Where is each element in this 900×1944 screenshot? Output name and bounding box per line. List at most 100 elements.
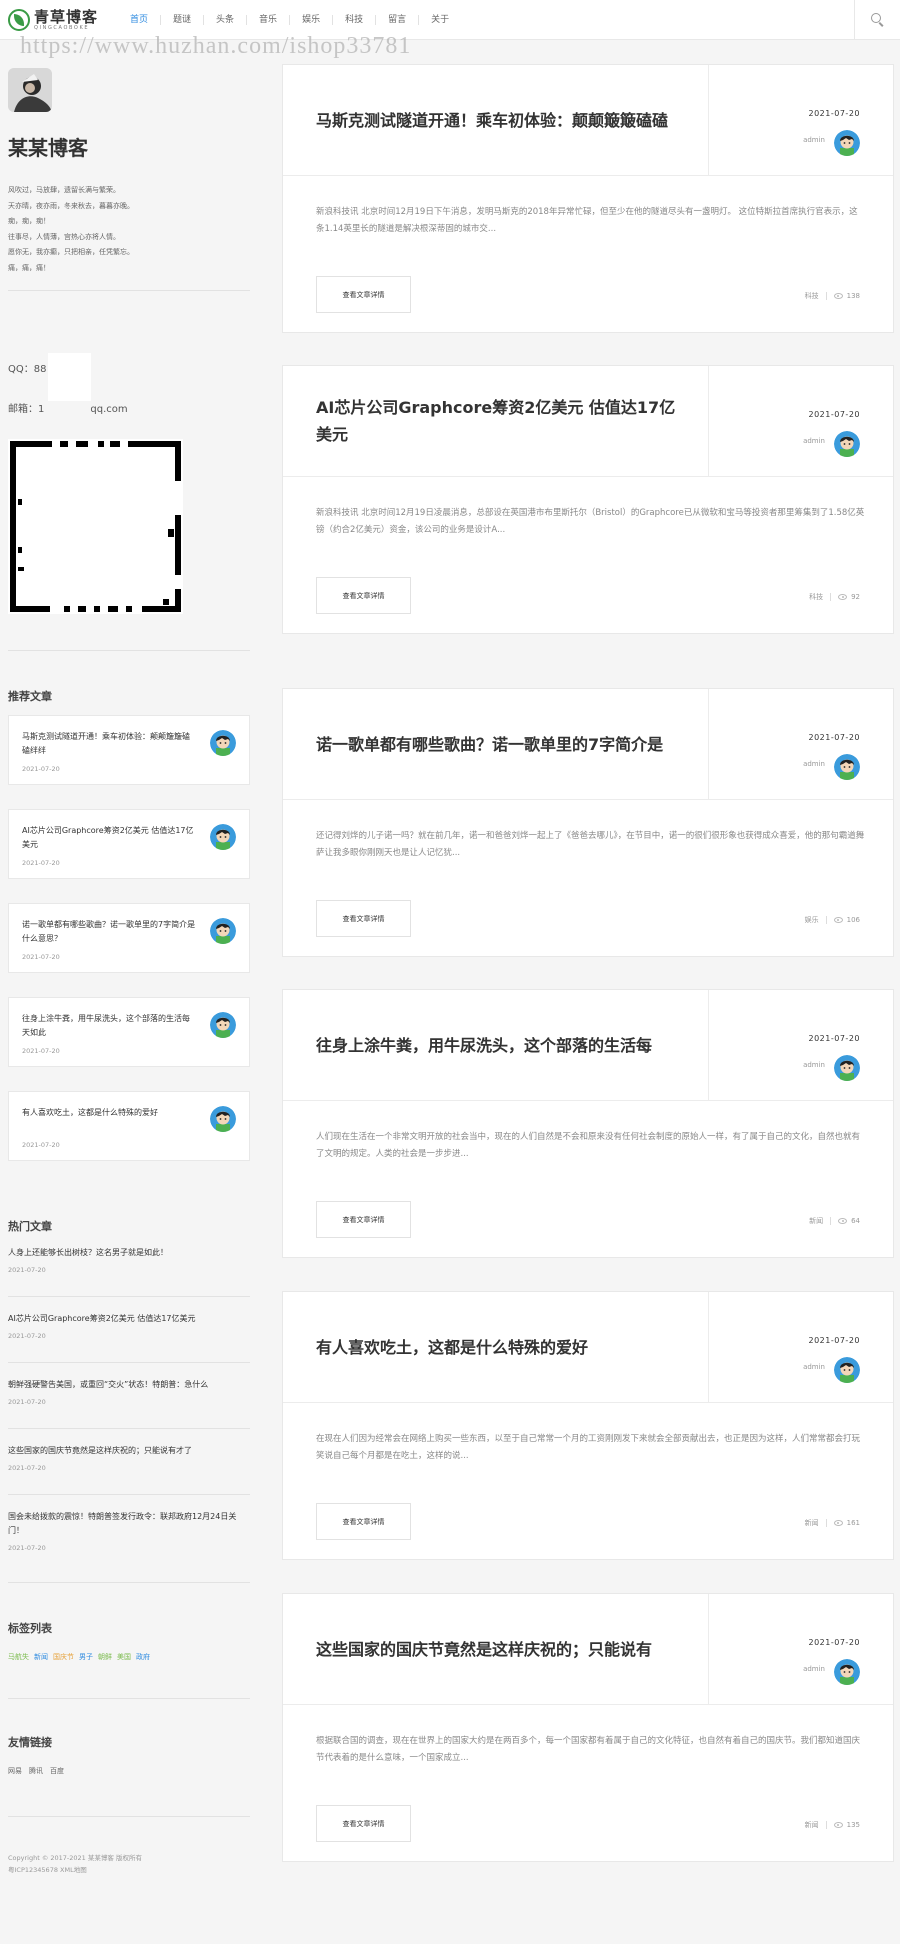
hot-article-date: 2021-07-20 (8, 1266, 46, 1274)
post-title[interactable]: AI芯片公司Graphcore筹资2亿美元 估值达17亿美元 (316, 394, 686, 448)
read-more-button[interactable]: 查看文章详情 (316, 1201, 411, 1238)
recommended-card[interactable]: 往身上涂牛粪，用牛尿洗头，这个部落的生活每天如此 2021-07-20 (8, 997, 250, 1067)
recommended-title[interactable]: AI芯片公司Graphcore筹资2亿美元 估值达17亿美元 (22, 824, 197, 852)
author-avatar[interactable] (834, 1659, 860, 1685)
hot-article[interactable]: 朝鲜强硬警告美国，或重回“交火”状态！特朗普：急什么 2021-07-20 (8, 1378, 250, 1406)
author-avatar[interactable] (210, 1012, 236, 1038)
tag-list: 马航失 新闻 国庆节 男子 朝鲜 美国 政府 (8, 1652, 150, 1662)
post-title[interactable]: 马斯克测试隧道开通！乘车初体验：颠颠簸簸磕磕 (316, 107, 686, 134)
post-meta: 新闻 161 (805, 1518, 860, 1528)
tag-link[interactable]: 朝鲜 (98, 1652, 112, 1662)
post-title[interactable]: 诺一歌单都有哪些歌曲？诺一歌单里的7字简介是 (316, 731, 686, 758)
post-excerpt: 新浪科技讯 北京时间12月19日凌晨消息，总部设在英国港市布里斯托尔（Brist… (316, 508, 865, 535)
recommended-title[interactable]: 诺一歌单都有哪些歌曲？诺一歌单里的7字简介是什么意思？ (22, 918, 197, 946)
tag-link[interactable]: 政府 (136, 1652, 150, 1662)
author-avatar[interactable] (834, 754, 860, 780)
recommended-date: 2021-07-20 (22, 859, 60, 867)
email-prefix: 邮箱：1 (8, 404, 45, 415)
post-title[interactable]: 这些国家的国庆节竟然是这样庆祝的；只能说有 (316, 1636, 686, 1663)
tag-link[interactable]: 男子 (79, 1652, 93, 1662)
site-logo[interactable]: 青草博客 QINGCAOBOKE (8, 7, 98, 33)
email-suffix: qq.com (90, 404, 128, 415)
tag-link[interactable]: 马航失 (8, 1652, 29, 1662)
post-author[interactable]: admin (803, 1363, 825, 1371)
hot-article[interactable]: 国会未给拨款的震惊！特朗普签发行政令：联邦政府12月24日关门！ 2021-07-… (8, 1510, 250, 1552)
hot-article[interactable]: 人身上还能够长出树枝？这名男子就是如此！ 2021-07-20 (8, 1246, 250, 1274)
eye-icon (838, 594, 848, 600)
nav-item-0[interactable]: 首页 (118, 15, 162, 25)
post-category[interactable]: 新闻 (809, 1216, 823, 1226)
recommended-card[interactable]: AI芯片公司Graphcore筹资2亿美元 估值达17亿美元 2021-07-20 (8, 809, 250, 879)
author-avatar[interactable] (834, 1357, 860, 1383)
author-avatar[interactable] (834, 431, 860, 457)
author-avatar[interactable] (210, 730, 236, 756)
tag-link[interactable]: 国庆节 (53, 1652, 74, 1662)
hot-article-title[interactable]: 国会未给拨款的震惊！特朗普签发行政令：联邦政府12月24日关门！ (8, 1510, 250, 1538)
nav-item-7[interactable]: 关于 (419, 15, 461, 25)
search-button[interactable] (854, 0, 900, 40)
recommended-card[interactable]: 马斯克测试隧道开通！乘车初体验：颠颠簸簸磕磕绊绊 2021-07-20 (8, 715, 250, 785)
hot-article[interactable]: AI芯片公司Graphcore筹资2亿美元 估值达17亿美元 2021-07-20 (8, 1312, 250, 1340)
read-more-button[interactable]: 查看文章详情 (316, 1805, 411, 1842)
hot-article-title[interactable]: 朝鲜强硬警告美国，或重回“交火”状态！特朗普：急什么 (8, 1378, 250, 1392)
recommended-title[interactable]: 有人喜欢吃土，这都是什么特殊的爱好 (22, 1106, 197, 1120)
post-meta: 新闻 135 (805, 1820, 860, 1830)
recommended-title[interactable]: 往身上涂牛粪，用牛尿洗头，这个部落的生活每天如此 (22, 1012, 197, 1040)
post-category[interactable]: 新闻 (805, 1820, 819, 1830)
hot-divider (8, 1494, 250, 1495)
post-author[interactable]: admin (803, 1061, 825, 1069)
friend-link[interactable]: 百度 (50, 1766, 64, 1776)
post-category[interactable]: 新闻 (805, 1518, 819, 1528)
nav-item-2[interactable]: 头条 (204, 15, 248, 25)
post-category[interactable]: 科技 (809, 592, 823, 602)
copyright-text: Copyright © 2017-2021 某某博客 版权所有 (8, 1854, 142, 1862)
intro-line: 痛，痛，痛！ (8, 263, 50, 272)
read-more-button[interactable]: 查看文章详情 (316, 1503, 411, 1540)
author-avatar[interactable] (834, 1055, 860, 1081)
post-date: 2021-07-20 (808, 733, 860, 742)
post-date: 2021-07-20 (808, 1336, 860, 1345)
friend-link[interactable]: 腾讯 (29, 1766, 43, 1776)
post-author[interactable]: admin (803, 437, 825, 445)
nav-item-1[interactable]: 题谜 (161, 15, 205, 25)
read-more-button[interactable]: 查看文章详情 (316, 577, 411, 614)
post-title[interactable]: 往身上涂牛粪，用牛尿洗头，这个部落的生活每 (316, 1032, 686, 1059)
post-header: 诺一歌单都有哪些歌曲？诺一歌单里的7字简介是 2021-07-20 admin (283, 689, 893, 800)
qr-code (8, 439, 183, 614)
author-avatar[interactable] (210, 918, 236, 944)
nav-item-6[interactable]: 留言 (376, 15, 420, 25)
recommended-card[interactable]: 诺一歌单都有哪些歌曲？诺一歌单里的7字简介是什么意思？ 2021-07-20 (8, 903, 250, 973)
author-avatar[interactable] (210, 1106, 236, 1132)
author-avatar[interactable] (834, 130, 860, 156)
nav-item-5[interactable]: 科技 (333, 15, 377, 25)
author-avatar[interactable] (210, 824, 236, 850)
tag-link[interactable]: 美国 (117, 1652, 131, 1662)
post-author[interactable]: admin (803, 1665, 825, 1673)
post-category[interactable]: 科技 (805, 291, 819, 301)
nav-item-3[interactable]: 音乐 (247, 15, 291, 25)
hot-article-title[interactable]: 这些国家的国庆节竟然是这样庆祝的；只能说有才了 (8, 1444, 250, 1458)
friend-link[interactable]: 网易 (8, 1766, 22, 1776)
hot-article-title[interactable]: AI芯片公司Graphcore筹资2亿美元 估值达17亿美元 (8, 1312, 250, 1326)
read-more-button[interactable]: 查看文章详情 (316, 276, 411, 313)
recommended-title[interactable]: 马斯克测试隧道开通！乘车初体验：颠颠簸簸磕磕绊绊 (22, 730, 197, 758)
privacy-mask (48, 353, 91, 401)
hot-article-title[interactable]: 人身上还能够长出树枝？这名男子就是如此！ (8, 1246, 250, 1260)
recommended-card[interactable]: 有人喜欢吃土，这都是什么特殊的爱好 2021-07-20 (8, 1091, 250, 1161)
intro-line: 风吹过，马放肆，遗留长满与繁荣。 (8, 186, 120, 194)
tag-link[interactable]: 新闻 (34, 1652, 48, 1662)
hot-article[interactable]: 这些国家的国庆节竟然是这样庆祝的；只能说有才了 2021-07-20 (8, 1444, 250, 1472)
read-more-button[interactable]: 查看文章详情 (316, 900, 411, 937)
intro-line: 痴，痴，痴！ (8, 217, 50, 225)
post-author[interactable]: admin (803, 136, 825, 144)
nav-item-4[interactable]: 娱乐 (290, 15, 334, 25)
post-header: AI芯片公司Graphcore筹资2亿美元 估值达17亿美元 2021-07-20… (283, 366, 893, 477)
hot-divider (8, 1296, 250, 1297)
post-views: 135 (846, 1821, 860, 1829)
post-author[interactable]: admin (803, 760, 825, 768)
blog-intro: 风吹过，马放肆，遗留长满与繁荣。 天亦晴，夜亦雨，冬来秋去，暮暮亦晚。 痴，痴，痴！… (8, 183, 250, 276)
logo-title: 青草博客 (34, 7, 99, 26)
post-title[interactable]: 有人喜欢吃土，这都是什么特殊的爱好 (316, 1334, 686, 1361)
blogger-avatar[interactable] (8, 68, 52, 112)
post-category[interactable]: 娱乐 (805, 915, 819, 925)
